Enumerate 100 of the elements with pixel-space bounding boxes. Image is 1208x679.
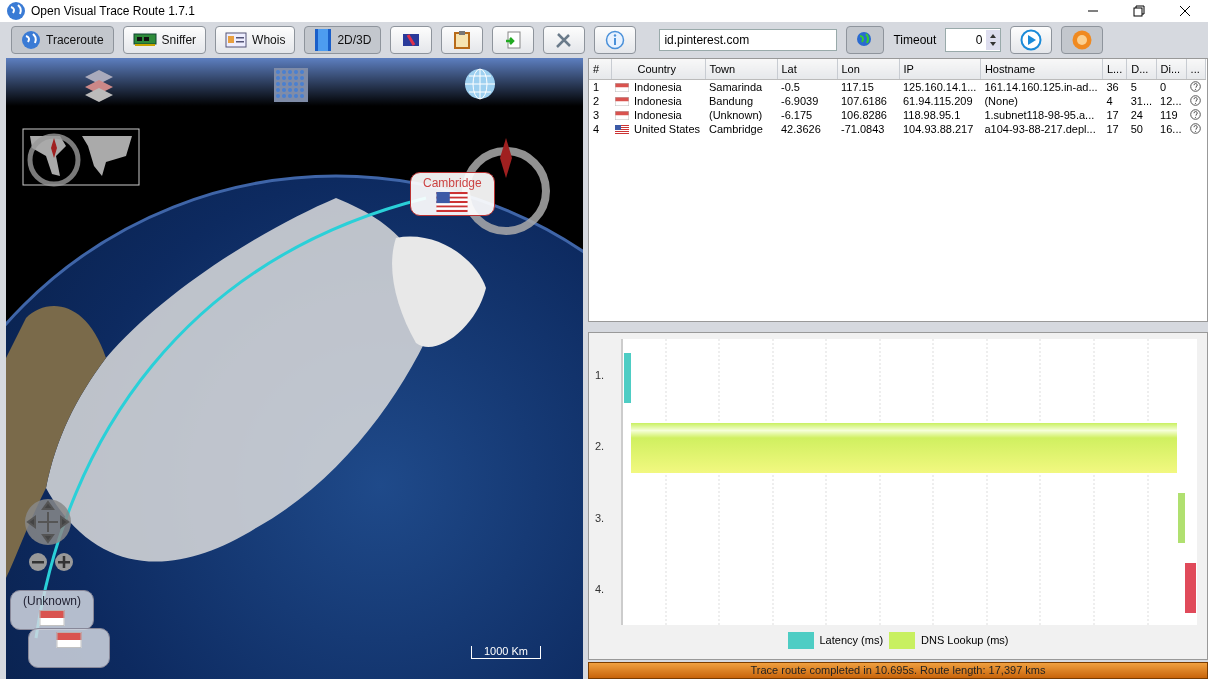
info-button[interactable]: [594, 26, 637, 54]
column-header[interactable]: D...: [1126, 59, 1157, 80]
column-header[interactable]: Di...: [1156, 59, 1187, 80]
id-card-icon: [225, 32, 248, 48]
map-export-button[interactable]: [390, 26, 433, 54]
table-cell: 117.15: [837, 79, 899, 94]
legend-label: Latency (ms): [819, 634, 884, 646]
flag-icon: [56, 632, 82, 648]
flag-icon: [39, 610, 65, 626]
table-cell: 36: [1102, 79, 1127, 94]
column-header[interactable]: Country: [611, 59, 705, 80]
table-cell-text: 119: [1159, 108, 1179, 122]
hop-label: 1.: [595, 368, 606, 381]
host-field[interactable]: id.pinterest.com: [659, 29, 838, 51]
hop-label: 3.: [595, 511, 606, 524]
table-cell-text: 17: [1105, 122, 1120, 136]
table-cell: 161.14.160.125.in-ad...: [980, 79, 1103, 94]
table-cell-text: 24: [1129, 108, 1144, 122]
table-cell-text: 3: [592, 108, 601, 122]
table-cell-text: 42.3626: [780, 122, 822, 136]
table-cell-text: 4: [592, 122, 601, 136]
table-cell-text: a104-93-88-217.depl...: [983, 122, 1097, 136]
help-icon[interactable]: [1190, 94, 1202, 106]
help-icon[interactable]: [1190, 108, 1202, 120]
table-cell-text: 118.98.95.1: [902, 108, 962, 122]
status-bar: Trace route completed in 10.695s. Route length: 17,397 kms: [588, 662, 1208, 679]
flag-icon: [436, 192, 469, 212]
legend-label: DNS Lookup (ms): [921, 634, 1009, 646]
table-cell-text: 1.subnet118-98-95.a...: [983, 108, 1096, 122]
location-bubble[interactable]: [28, 628, 110, 668]
table-cell: 5: [1126, 79, 1157, 94]
table-cell-text: -6.9039: [780, 94, 820, 108]
table-cell-text: 2: [592, 94, 601, 108]
picture-icon: [402, 33, 421, 47]
column-header[interactable]: Town: [705, 59, 777, 80]
column-header[interactable]: Hostname: [980, 59, 1103, 80]
settings-button[interactable]: [543, 26, 586, 54]
table-cell-text: 106.8286: [840, 108, 888, 122]
table-cell: Indonesia: [634, 81, 682, 93]
toolbar-tab[interactable]: Traceroute: [11, 26, 114, 54]
table-cell-text: -6.175: [780, 108, 814, 122]
zoom-out-icon[interactable]: [28, 552, 48, 572]
bubble-label: Cambridge: [423, 176, 482, 190]
column-header[interactable]: #: [589, 59, 611, 80]
spinner-arrows-icon[interactable]: [986, 30, 1001, 50]
column-header[interactable]: Lon: [837, 59, 899, 80]
table-cell: United States: [634, 123, 701, 135]
table-cell: Indonesia: [634, 95, 682, 107]
table-cell-text: 12...: [1159, 94, 1183, 108]
circuit-board-icon: [132, 33, 157, 47]
toolbar-tab[interactable]: Whois: [215, 26, 296, 54]
table-cell: 1: [589, 79, 611, 94]
table-cell-text: -71.0843: [840, 122, 886, 136]
table-cell-text: 17: [1105, 108, 1120, 122]
latency-bar: [1178, 493, 1185, 543]
table-cell-text: 4: [1105, 94, 1114, 108]
toolbar-tab[interactable]: Sniffer: [122, 26, 207, 54]
zoom-in-icon[interactable]: [54, 552, 74, 572]
window-title: Open Visual Trace Route 1.7.1: [31, 4, 196, 18]
table-cell-text: 50: [1129, 122, 1144, 136]
play-button[interactable]: [1010, 26, 1053, 54]
table-cell-text: Cambridge: [708, 122, 764, 136]
play-icon: [1020, 29, 1043, 51]
table-cell-text: 104.93.88.217: [902, 122, 975, 136]
flag-icon: [615, 124, 629, 134]
resolve-button[interactable]: [846, 26, 885, 54]
globe-icon[interactable]: [464, 68, 496, 100]
help-icon[interactable]: [1190, 80, 1202, 92]
stop-icon: [1071, 29, 1094, 51]
table-cell: 0: [1156, 79, 1187, 94]
location-bubble[interactable]: (Unknown): [10, 590, 95, 630]
latency-bar: [624, 353, 631, 403]
clipboard-button[interactable]: [441, 26, 484, 54]
table-cell-text: 107.6186: [840, 94, 888, 108]
flag-icon: [615, 96, 629, 106]
clipboard-icon: [454, 31, 471, 49]
table-cell: Indonesia: [634, 109, 682, 121]
table-cell: 125.160.14.1...: [899, 79, 981, 94]
table-cell: -0.5: [777, 79, 837, 94]
hop-label: 4.: [595, 583, 606, 596]
column-header[interactable]: IP: [899, 59, 981, 80]
location-bubble[interactable]: Cambridge: [410, 172, 495, 216]
stop-button[interactable]: [1061, 26, 1104, 54]
info-icon: [605, 30, 626, 50]
map-scale: 1000 Km: [470, 646, 541, 659]
flag-icon: [615, 110, 629, 120]
toolbar-tab[interactable]: 2D/3D: [304, 26, 382, 54]
column-header[interactable]: L...: [1102, 59, 1127, 80]
export-button[interactable]: [492, 26, 535, 54]
table-cell-text: 61.94.115.209: [902, 94, 974, 108]
latency-bar: [1185, 563, 1196, 613]
help-icon[interactable]: [1190, 122, 1202, 134]
column-header[interactable]: Lat: [777, 59, 837, 80]
table-cell-text: Bandung: [708, 94, 755, 108]
table-cell-text: 16...: [1159, 122, 1183, 136]
pan-control-icon[interactable]: [24, 498, 72, 546]
table-cell-text: (None): [983, 94, 1020, 108]
table-cell: Samarinda: [705, 79, 777, 94]
column-header[interactable]: ...: [1186, 59, 1206, 80]
timeout-spinner[interactable]: 0: [945, 28, 1002, 52]
